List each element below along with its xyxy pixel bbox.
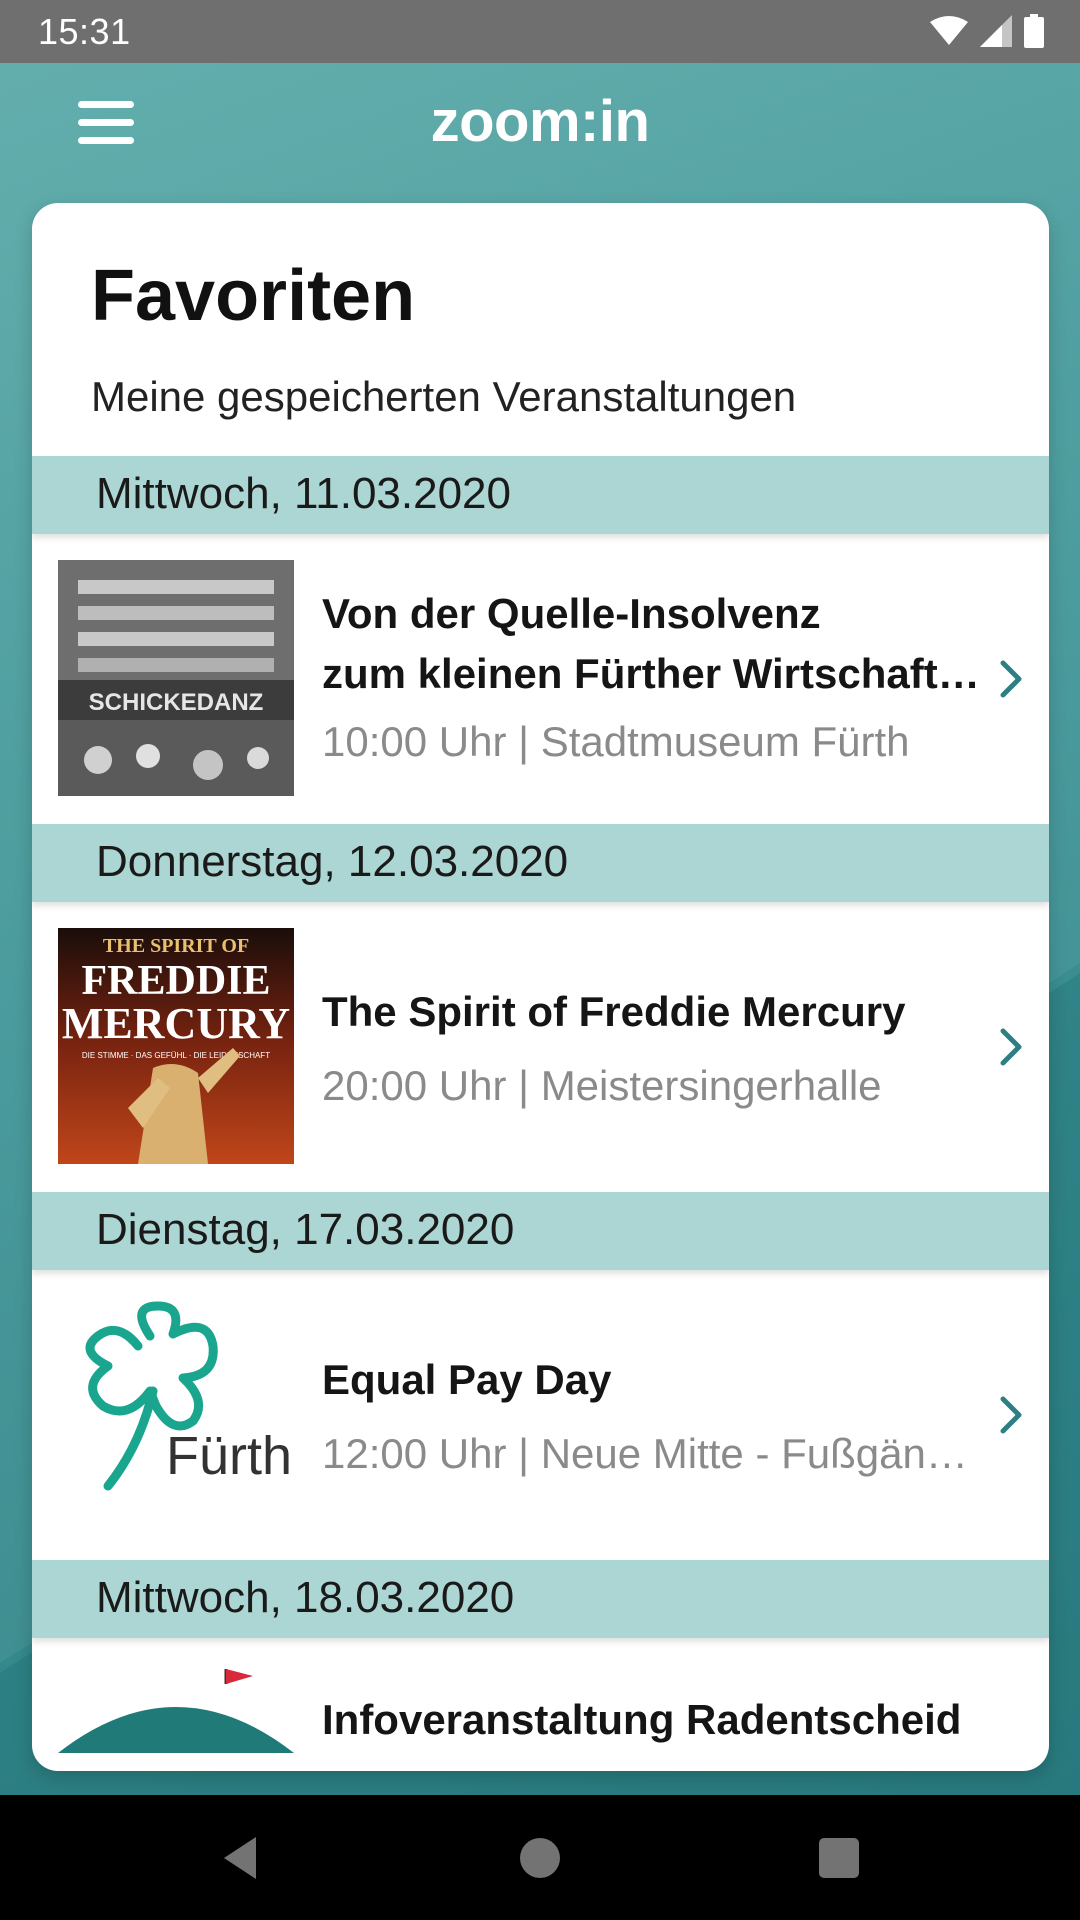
thumbnail-text: SCHICKEDANZ <box>89 689 264 716</box>
chevron-right-icon <box>1000 1396 1022 1434</box>
event-row[interactable]: SCHICKEDANZ Von der Quelle-Insolvenz zum… <box>32 534 1049 824</box>
page-title: Favoriten <box>91 256 416 336</box>
event-meta: 20:00 Uhr | Meistersingerhalle <box>322 1062 882 1109</box>
date-label: Dienstag, 17.03.2020 <box>96 1205 515 1254</box>
status-bar: 15:31 <box>0 0 1080 63</box>
signal-icon <box>980 15 1012 47</box>
date-label: Mittwoch, 18.03.2020 <box>96 1573 515 1622</box>
event-thumbnail <box>58 1666 294 1771</box>
event-thumbnail: THE SPIRIT OF FREDDIE MERCURY DIE STIMME… <box>58 928 294 1164</box>
chevron-right-icon <box>1000 1028 1022 1066</box>
event-thumbnail: Fürth <box>58 1296 294 1532</box>
date-header: Mittwoch, 18.03.2020 <box>32 1560 1049 1638</box>
event-title: Equal Pay Day <box>322 1356 612 1403</box>
system-nav-bar <box>0 1795 1080 1920</box>
event-title-line2: zum kleinen Fürther Wirtschaft… <box>322 650 980 697</box>
event-title: Von der Quelle-Insolvenz <box>322 590 821 637</box>
battery-icon <box>1024 14 1044 48</box>
date-label: Mittwoch, 11.03.2020 <box>96 469 511 518</box>
thumbnail-text: DIE STIMME · DAS GEFÜHL · DIE LEIDENSCHA… <box>82 1051 270 1060</box>
recents-icon[interactable] <box>808 1833 868 1883</box>
home-icon[interactable] <box>510 1833 570 1883</box>
date-header: Donnerstag, 12.03.2020 <box>32 824 1049 902</box>
thumbnail-text: THE SPIRIT OF <box>103 935 249 957</box>
event-row[interactable]: Infoveranstaltung Radentscheid <box>32 1638 1049 1771</box>
event-meta: 10:00 Uhr | Stadtmuseum Fürth <box>322 718 910 765</box>
chevron-right-icon <box>1000 660 1022 698</box>
event-title: Infoveranstaltung Radentscheid <box>322 1696 962 1743</box>
event-meta: 12:00 Uhr | Neue Mitte - Fußgän… <box>322 1430 968 1477</box>
event-row[interactable]: THE SPIRIT OF FREDDIE MERCURY DIE STIMME… <box>32 902 1049 1192</box>
app-title: zoom:in <box>430 89 650 154</box>
page-subtitle: Meine gespeicherten Veranstaltungen <box>91 373 797 420</box>
thumbnail-text: FREDDIE <box>81 958 270 1004</box>
event-row[interactable]: Fürth Equal Pay Day 12:00 Uhr | Neue Mit… <box>32 1270 1049 1560</box>
status-time: 15:31 <box>38 11 131 52</box>
favorites-card: Favoriten Meine gespeicherten Veranstalt… <box>32 203 1049 1771</box>
date-header: Dienstag, 17.03.2020 <box>32 1192 1049 1270</box>
date-label: Donnerstag, 12.03.2020 <box>96 837 569 886</box>
wifi-icon <box>930 16 968 45</box>
date-header: Mittwoch, 11.03.2020 <box>32 456 1049 534</box>
back-icon[interactable] <box>210 1833 270 1883</box>
thumbnail-text: MERCURY <box>62 999 290 1048</box>
event-thumbnail: SCHICKEDANZ <box>58 560 294 796</box>
thumbnail-text: Fürth <box>166 1426 292 1486</box>
event-title: The Spirit of Freddie Mercury <box>322 988 906 1035</box>
status-icons <box>930 13 1044 49</box>
